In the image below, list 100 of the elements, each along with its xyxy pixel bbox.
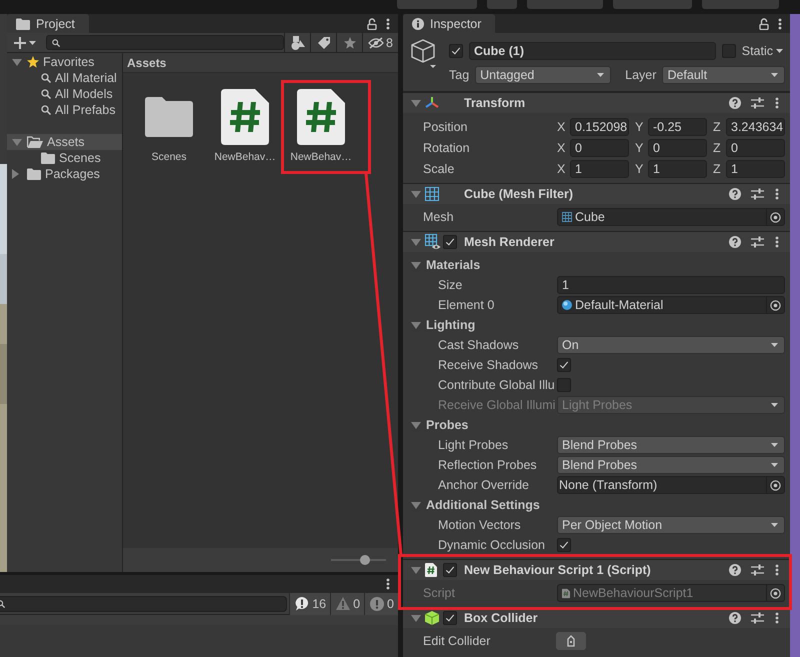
help-icon[interactable]	[729, 236, 741, 248]
number-field[interactable]: 1	[557, 276, 785, 294]
foldout-arrow[interactable]	[411, 322, 421, 328]
menu-icon[interactable]	[775, 188, 779, 200]
tag-icon	[316, 36, 330, 50]
presets-icon[interactable]	[751, 188, 764, 200]
name-field[interactable]: Cube (1)	[469, 42, 716, 60]
component-header[interactable]: Mesh Renderer	[403, 231, 790, 252]
checkbox[interactable]	[443, 563, 457, 577]
edit-collider-button[interactable]	[556, 632, 586, 650]
search-field[interactable]	[0, 596, 288, 612]
checkbox[interactable]	[449, 44, 463, 58]
axis-label: X	[557, 162, 566, 176]
section-label[interactable]: Probes	[426, 418, 468, 432]
search-field[interactable]	[46, 35, 284, 50]
checkbox[interactable]	[557, 378, 571, 392]
object-field[interactable]: Cube	[557, 208, 785, 226]
dropdown[interactable]: Blend Probes	[557, 436, 785, 454]
menu-icon[interactable]	[775, 236, 779, 248]
log-filter-button[interactable]: 0	[364, 592, 398, 614]
number-field[interactable]: 0	[648, 138, 707, 156]
foldout-arrow[interactable]	[411, 502, 421, 508]
asset-name[interactable]: NewBehav…	[214, 151, 276, 163]
dropdown[interactable]: Blend Probes	[557, 456, 785, 474]
asset-name[interactable]: Scenes	[151, 151, 187, 163]
axis-label: Z	[713, 140, 722, 154]
foldout-arrow[interactable]	[12, 58, 22, 66]
dropdown[interactable]: Default	[662, 66, 785, 84]
menu-icon[interactable]	[775, 564, 779, 576]
folder-icon[interactable]	[145, 97, 193, 137]
field-label: Reflection Probes	[437, 458, 538, 472]
presets-icon[interactable]	[751, 97, 764, 109]
log-filter-button[interactable]: 0	[330, 592, 364, 614]
section-label[interactable]: Materials	[426, 258, 480, 272]
field-label: Dynamic Occlusion	[437, 538, 546, 552]
menu-icon[interactable]	[775, 97, 779, 109]
static-dropdown[interactable]: Static	[742, 44, 785, 58]
number-field[interactable]: 1	[726, 160, 785, 178]
script-file-icon[interactable]	[297, 89, 345, 145]
menu-icon[interactable]	[778, 18, 782, 30]
foldout-arrow[interactable]	[411, 190, 421, 198]
breadcrumb[interactable]: Assets	[127, 56, 166, 70]
field-label: Anchor Override	[437, 478, 530, 492]
tree-item[interactable]: All Prefabs	[7, 102, 122, 118]
tree-item[interactable]: Favorites	[7, 54, 122, 70]
tree-item[interactable]: All Models	[7, 86, 122, 102]
presets-icon[interactable]	[751, 236, 764, 248]
foldout-arrow[interactable]	[411, 262, 421, 268]
foldout-arrow[interactable]	[411, 422, 421, 428]
presets-icon[interactable]	[751, 564, 764, 576]
checkbox[interactable]	[557, 538, 571, 552]
foldout-arrow[interactable]	[411, 100, 421, 106]
asset-name[interactable]: NewBehav…	[290, 151, 352, 163]
tree-item[interactable]: Scenes	[7, 150, 122, 166]
menu-icon[interactable]	[386, 18, 390, 30]
field-label: Motion Vectors	[437, 518, 522, 532]
help-icon[interactable]	[729, 188, 741, 200]
presets-icon[interactable]	[751, 612, 764, 624]
component-header[interactable]: New Behaviour Script 1 (Script)	[403, 559, 790, 580]
help-icon[interactable]	[729, 97, 741, 109]
number-field[interactable]: 3.243634	[726, 118, 785, 136]
object-field[interactable]: Default-Material	[557, 296, 785, 314]
section-label[interactable]: Lighting	[426, 318, 476, 332]
caret-icon	[776, 48, 783, 52]
lock-icon[interactable]	[759, 18, 769, 30]
axis-label: Y	[635, 140, 644, 154]
help-icon[interactable]	[729, 564, 741, 576]
dropdown[interactable]: Untagged	[475, 66, 612, 84]
section-label[interactable]: Additional Settings	[426, 498, 540, 512]
dropdown[interactable]: On	[557, 336, 785, 354]
lock-icon[interactable]	[367, 18, 377, 30]
field-label: Scale	[422, 162, 456, 176]
object-field[interactable]: None (Transform)	[557, 476, 785, 494]
checkbox[interactable]	[443, 235, 457, 249]
menu-icon[interactable]	[775, 612, 779, 624]
number-field[interactable]: -0.25	[648, 118, 707, 136]
field-label: Position	[422, 120, 468, 134]
component-header[interactable]: Cube (Mesh Filter)	[403, 183, 790, 204]
checkbox[interactable]	[722, 44, 736, 58]
component-header[interactable]: Transform	[403, 92, 790, 113]
help-icon[interactable]	[729, 612, 741, 624]
inspector-tab[interactable]: Inspector	[403, 14, 496, 33]
number-field[interactable]: 1	[570, 160, 629, 178]
number-field[interactable]: 0	[726, 138, 785, 156]
foldout-arrow[interactable]	[411, 238, 421, 246]
checkbox[interactable]	[557, 358, 571, 372]
log-filter-button[interactable]: 16	[289, 592, 330, 614]
slider-thumb[interactable]	[360, 555, 370, 565]
number-field[interactable]: 1	[648, 160, 707, 178]
dropdown[interactable]: Per Object Motion	[557, 516, 785, 534]
number-field[interactable]: 0	[570, 138, 629, 156]
tree-item[interactable]: All Material	[7, 70, 122, 86]
tree-item[interactable]: Packages	[7, 166, 122, 182]
number-field[interactable]: 0.152098	[570, 118, 629, 136]
project-tab[interactable]: Project	[7, 14, 89, 33]
script-file-icon[interactable]	[221, 89, 269, 145]
tree-item[interactable]: Assets	[7, 134, 122, 150]
foldout-arrow[interactable]	[12, 169, 19, 179]
menu-icon[interactable]	[386, 578, 390, 590]
checkbox[interactable]	[443, 611, 457, 625]
